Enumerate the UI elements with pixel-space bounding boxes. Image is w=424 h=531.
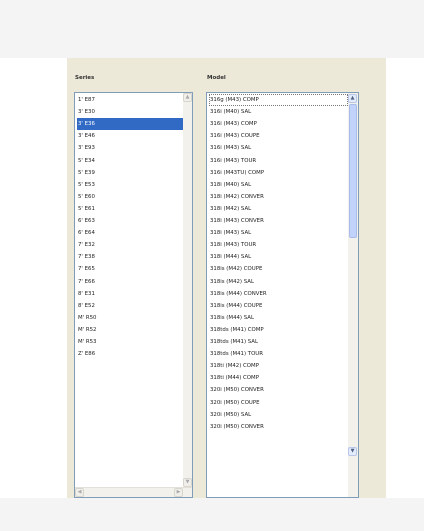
series-list-item[interactable]: M' R52 [77, 324, 185, 336]
selection-panel: Series Model Z' E86 M' R53 M' R52 M' R50 8' … [67, 58, 386, 498]
model-list-item[interactable]: 320i (M50) CONVER [209, 421, 348, 433]
series-heading: Series [75, 75, 95, 81]
series-list-item[interactable]: M' R53 [77, 336, 185, 348]
series-list-item[interactable]: 5' E60 [77, 191, 185, 203]
model-list-item[interactable]: 318ti (M44) COMP [209, 372, 348, 384]
series-list-item[interactable]: 7' E65 [77, 263, 185, 275]
series-list-item[interactable]: 3' E36 [77, 118, 185, 131]
series-list-item[interactable]: 8' E31 [77, 288, 185, 300]
model-scroll-down-icon[interactable]: ▼ [348, 447, 357, 456]
model-listbox[interactable]: 320i (M50) CONVER 320i (M50) SAL 320i (M50… [206, 92, 359, 498]
top-margin [0, 0, 424, 58]
model-list-item[interactable]: 318i (M43) CONVER [209, 215, 348, 227]
model-list-item[interactable]: 318is (M42) COUPE [209, 263, 348, 275]
model-scroll-up-icon[interactable]: ▲ [348, 94, 357, 103]
model-scroll-thumb[interactable] [349, 104, 357, 238]
model-list-item[interactable]: 318tds (M41) COMP [209, 324, 348, 336]
model-list-item[interactable]: 318i (M42) CONVER [209, 191, 348, 203]
series-list-item[interactable]: 5' E39 [77, 167, 185, 179]
model-list-item[interactable]: 316i (M43) TOUR [209, 155, 348, 167]
series-list-item[interactable]: 5' E34 [77, 155, 185, 167]
series-list-item[interactable]: 8' E52 [77, 300, 185, 312]
series-scroll-up-icon[interactable]: ▲ [183, 93, 192, 102]
series-list-item[interactable]: 6' E64 [77, 227, 185, 239]
series-list-item[interactable]: 5' E53 [77, 179, 185, 191]
model-list-item[interactable]: 316i (M40) SAL [209, 106, 348, 118]
model-heading: Model [207, 75, 226, 81]
model-list-item[interactable]: 316i (M43TU) COMP [209, 167, 348, 179]
series-list-item[interactable]: 3' E93 [77, 142, 185, 154]
model-list-item[interactable]: 318is (M42) SAL [209, 276, 348, 288]
series-scroll-right-icon[interactable]: ▶ [174, 488, 183, 497]
model-list-item[interactable]: 316i (M43) SAL [209, 142, 348, 154]
series-list-item[interactable]: 5' E61 [77, 203, 185, 215]
series-list-item[interactable]: 7' E38 [77, 251, 185, 263]
model-list-item[interactable]: 318is (M44) CONVER [209, 288, 348, 300]
bottom-margin [0, 498, 424, 531]
series-vertical-scrollbar[interactable] [183, 93, 192, 487]
series-list-item[interactable]: 7' E66 [77, 276, 185, 288]
model-list-item[interactable]: 316i (M43) COUPE [209, 130, 348, 142]
series-list-item[interactable]: M' R50 [77, 312, 185, 324]
model-list-item[interactable]: 318tds (M41) SAL [209, 336, 348, 348]
model-list-item[interactable]: 318is (M44) SAL [209, 312, 348, 324]
series-list-item[interactable]: 7' E32 [77, 239, 185, 251]
series-scroll-left-icon[interactable]: ◀ [75, 488, 84, 497]
model-list-item[interactable]: 320i (M50) SAL [209, 409, 348, 421]
series-list-item[interactable]: 3' E46 [77, 130, 185, 142]
model-list-item[interactable]: 320i (M50) CONVER [209, 384, 348, 396]
model-list-item[interactable]: 316g (M43) COMP [209, 94, 348, 106]
series-list-item[interactable]: 6' E63 [77, 215, 185, 227]
model-list-item[interactable]: 318ti (M42) COMP [209, 360, 348, 372]
model-list-item[interactable]: 318i (M40) SAL [209, 179, 348, 191]
model-list-item[interactable]: 320i (M50) COUPE [209, 397, 348, 409]
model-list-item[interactable]: 318is (M44) COUPE [209, 300, 348, 312]
series-list-item[interactable]: 3' E30 [77, 106, 185, 118]
model-list-item[interactable]: 318i (M43) SAL [209, 227, 348, 239]
model-list-item[interactable]: 318i (M43) TOUR [209, 239, 348, 251]
model-list-item[interactable]: 316i (M43) COMP [209, 118, 348, 130]
series-listbox[interactable]: Z' E86 M' R53 M' R52 M' R50 8' E52 8' E31 7' E… [74, 92, 193, 498]
series-list-item[interactable]: Z' E86 [77, 348, 185, 360]
series-scroll-down-icon[interactable]: ▼ [183, 478, 192, 487]
model-list-item[interactable]: 318tds (M41) TOUR [209, 348, 348, 360]
series-list-item[interactable]: 1' E87 [77, 94, 185, 106]
model-list-item[interactable]: 318i (M44) SAL [209, 251, 348, 263]
model-list-item[interactable]: 318i (M42) SAL [209, 203, 348, 215]
